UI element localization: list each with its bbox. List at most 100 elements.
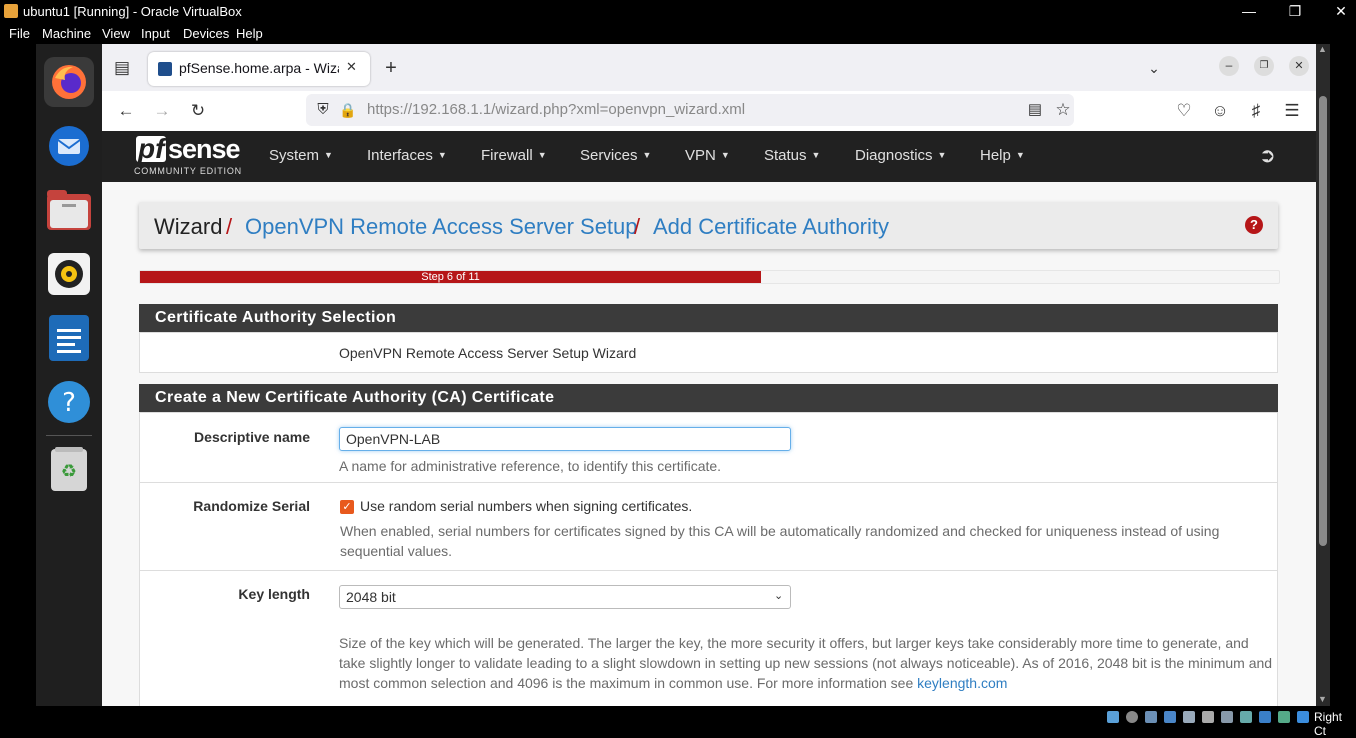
forward-arrow-icon[interactable]: → xyxy=(150,99,174,123)
hamburger-menu-icon[interactable]: ☰ xyxy=(1280,99,1304,123)
minimize-icon[interactable]: — xyxy=(1226,0,1272,23)
section-new-ca-body: Descriptive name A name for administrati… xyxy=(139,412,1278,706)
ubuntu-dock: ? ♻ xyxy=(36,44,102,706)
nav-help[interactable]: Help ▼ xyxy=(980,147,1025,164)
virtualbox-icon xyxy=(4,4,18,18)
list-tabs-chevron-down-icon[interactable]: ⌄ xyxy=(1142,56,1166,80)
ff-restore-icon[interactable]: ❐ xyxy=(1254,56,1274,76)
svg-text:?: ? xyxy=(62,388,76,418)
guest-scrollbar[interactable]: ▲ ▼ xyxy=(1316,44,1330,706)
nav-system-label: System xyxy=(269,147,320,164)
virtualization-icon[interactable] xyxy=(1259,711,1271,723)
tab-close-icon[interactable]: ✕ xyxy=(346,59,357,75)
menu-machine[interactable]: Machine xyxy=(42,26,91,41)
vbox-statusbar: Right Ct xyxy=(0,706,1356,738)
logout-icon[interactable]: ➲ xyxy=(1259,143,1276,168)
breadcrumb: Wizard / OpenVPN Remote Access Server Se… xyxy=(139,202,1278,249)
section-ca-selection-title: Certificate Authority Selection xyxy=(155,309,397,326)
pocket-icon[interactable]: ♡ xyxy=(1172,99,1196,123)
nav-vpn[interactable]: VPN ▼ xyxy=(685,147,730,164)
keylen-label: Key length xyxy=(238,586,310,602)
tab-overview-icon[interactable]: ▤ xyxy=(110,56,134,80)
url-bar[interactable]: ⛨ 🔒 https://192.168.1.1/wizard.php?xml=o… xyxy=(306,94,1074,126)
thunderbird-icon[interactable] xyxy=(44,121,94,171)
menu-devices[interactable]: Devices xyxy=(183,26,229,41)
nav-system[interactable]: System ▼ xyxy=(269,147,333,164)
nav-help-label: Help xyxy=(980,147,1011,164)
url-host: https://192.168.1.1 xyxy=(367,101,492,118)
window-title: ubuntu1 [Running] - Oracle VirtualBox xyxy=(23,4,242,19)
optical-drive-icon[interactable] xyxy=(1126,711,1138,723)
descr-label: Descriptive name xyxy=(194,429,310,445)
caret-down-icon: ▼ xyxy=(537,150,547,160)
breadcrumb-sep-1: / xyxy=(226,214,233,239)
nav-diagnostics[interactable]: Diagnostics ▼ xyxy=(855,147,946,164)
usb-icon[interactable] xyxy=(1183,711,1195,723)
help-question-icon[interactable]: ? xyxy=(1245,216,1263,234)
menu-input[interactable]: Input xyxy=(141,26,170,41)
restore-icon[interactable]: ❐ xyxy=(1272,0,1318,23)
pfsense-favicon-icon xyxy=(158,62,172,76)
menu-view[interactable]: View xyxy=(102,26,130,41)
nav-firewall[interactable]: Firewall ▼ xyxy=(481,147,547,164)
caret-down-icon: ▼ xyxy=(937,150,947,160)
reload-icon[interactable]: ↻ xyxy=(186,99,210,123)
ff-close-icon[interactable]: ✕ xyxy=(1289,56,1309,76)
scroll-up-icon[interactable]: ▲ xyxy=(1318,44,1327,54)
new-tab-icon[interactable]: + xyxy=(379,56,403,80)
caret-down-icon: ▼ xyxy=(1015,150,1025,160)
nav-firewall-label: Firewall xyxy=(481,147,533,164)
shared-folders-icon[interactable] xyxy=(1202,711,1214,723)
pfsense-navbar: pf sense COMMUNITY EDITION System ▼ Inter… xyxy=(102,131,1316,182)
trash-icon[interactable]: ♻ xyxy=(44,444,94,494)
account-icon[interactable]: ☺ xyxy=(1208,99,1232,123)
wizard-progress-bar: Step 6 of 11 xyxy=(139,270,1280,284)
ff-minimize-icon[interactable]: – xyxy=(1219,56,1239,76)
menu-file[interactable]: File xyxy=(9,26,30,41)
recording-icon[interactable] xyxy=(1240,711,1252,723)
url-text[interactable]: https://192.168.1.1/wizard.php?xml=openv… xyxy=(367,101,745,118)
firefox-icon[interactable] xyxy=(44,57,94,107)
mouse-integration-icon[interactable] xyxy=(1278,711,1290,723)
libreoffice-writer-icon[interactable] xyxy=(44,313,94,363)
tab-pfsense[interactable]: pfSense.home.arpa - Wiza ✕ xyxy=(148,52,370,86)
bookmark-star-icon[interactable]: ☆ xyxy=(1051,98,1075,122)
breadcrumb-link-openvpn-setup[interactable]: OpenVPN Remote Access Server Setup xyxy=(245,214,638,240)
extensions-icon[interactable]: ♯ xyxy=(1244,99,1268,123)
keylen-help: Size of the key which will be generated.… xyxy=(339,633,1274,693)
breadcrumb-link-add-ca[interactable]: Add Certificate Authority xyxy=(653,214,889,240)
serial-checkbox-label[interactable]: Use random serial numbers when signing c… xyxy=(360,498,692,514)
close-icon[interactable]: ✕ xyxy=(1318,0,1356,23)
menu-help[interactable]: Help xyxy=(236,26,263,41)
display-icon[interactable] xyxy=(1221,711,1233,723)
scroll-down-icon[interactable]: ▼ xyxy=(1318,694,1327,704)
lock-warning-icon[interactable]: 🔒 xyxy=(336,98,360,122)
audio-icon[interactable] xyxy=(1145,711,1157,723)
keyboard-capture-icon[interactable] xyxy=(1297,711,1309,723)
pfsense-logo[interactable]: pf sense COMMUNITY EDITION xyxy=(134,134,244,177)
svg-text:♻: ♻ xyxy=(61,461,77,482)
row-divider xyxy=(140,570,1277,571)
help-icon[interactable]: ? xyxy=(44,377,94,427)
logo-sense: sense xyxy=(168,134,241,164)
files-icon[interactable] xyxy=(44,185,94,235)
nav-status[interactable]: Status ▼ xyxy=(764,147,820,164)
randomize-serial-checkbox[interactable]: ✓ xyxy=(340,500,354,514)
caret-down-icon: ▼ xyxy=(437,150,447,160)
rhythmbox-icon[interactable] xyxy=(44,249,94,299)
vbox-menubar: File Machine View Input Devices Help xyxy=(0,23,1356,44)
vbox-titlebar: ubuntu1 [Running] - Oracle VirtualBox — … xyxy=(0,0,1356,23)
caret-down-icon: ▼ xyxy=(811,150,821,160)
key-length-select[interactable]: 2048 bit ⌄ xyxy=(339,585,791,609)
network-icon[interactable] xyxy=(1164,711,1176,723)
descriptive-name-input[interactable] xyxy=(339,427,791,451)
keylength-link[interactable]: keylength.com xyxy=(917,675,1007,691)
nav-interfaces[interactable]: Interfaces ▼ xyxy=(367,147,447,164)
scroll-thumb[interactable] xyxy=(1319,96,1327,546)
back-arrow-icon[interactable]: ← xyxy=(114,99,138,123)
hdd-icon[interactable] xyxy=(1107,711,1119,723)
reader-view-icon[interactable]: ▤ xyxy=(1023,98,1047,122)
nav-services[interactable]: Services ▼ xyxy=(580,147,651,164)
nav-vpn-label: VPN xyxy=(685,147,716,164)
shield-icon[interactable]: ⛨ xyxy=(311,98,335,122)
